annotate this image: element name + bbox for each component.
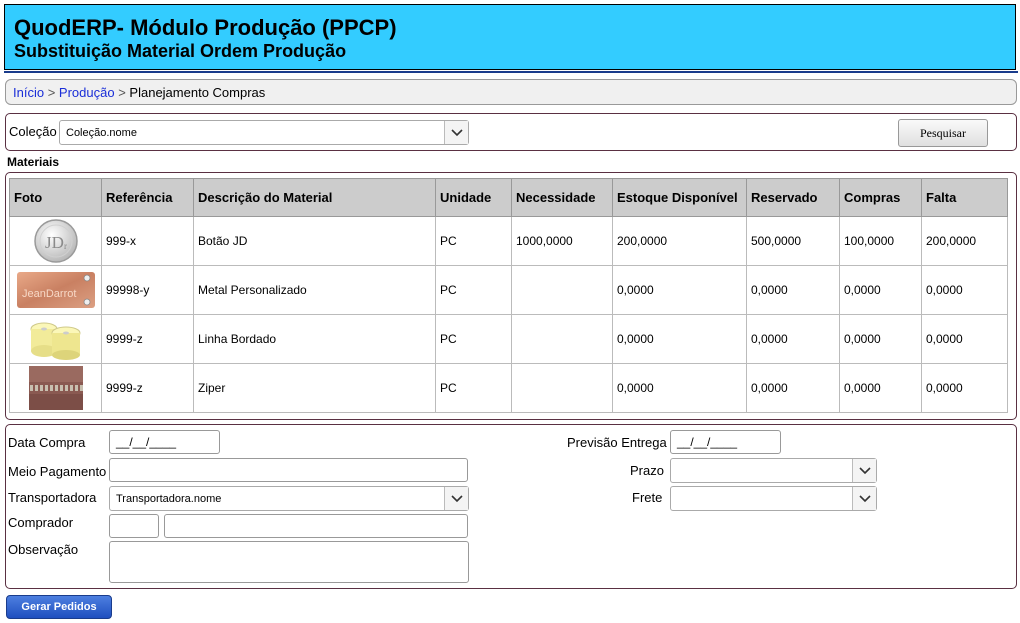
- chevron-down-icon[interactable]: [852, 487, 876, 510]
- estoque-cell: 0,0000: [612, 363, 747, 413]
- previsao-entrega-label: Previsão Entrega: [567, 435, 667, 450]
- prazo-label: Prazo: [630, 463, 664, 478]
- column-header-referencia: Referência: [101, 178, 194, 217]
- transportadora-label: Transportadora: [8, 490, 97, 505]
- jd-button-icon: JD r: [33, 219, 78, 263]
- foto-cell: [9, 314, 102, 364]
- materiais-section-label: Materiais: [7, 155, 60, 169]
- reservado-cell: 500,0000: [746, 216, 840, 266]
- column-header-reservado: Reservado: [746, 178, 840, 217]
- transportadora-select-value: Transportadora.nome: [116, 493, 222, 505]
- observacao-textarea[interactable]: [109, 541, 469, 583]
- descricao-cell: Metal Personalizado: [193, 265, 436, 315]
- referencia-cell: 999-x: [101, 216, 194, 266]
- unidade-cell: PC: [435, 265, 512, 315]
- chevron-down-icon[interactable]: [444, 121, 468, 144]
- breadcrumb-current: Planejamento Compras: [129, 85, 266, 100]
- materials-table: Foto Referência Descrição do Material Un…: [9, 178, 1008, 413]
- table-row[interactable]: 9999-z Ziper PC 0,0000 0,0000 0,0000 0,0…: [9, 363, 1008, 413]
- column-header-falta: Falta: [921, 178, 1008, 217]
- svg-text:r: r: [64, 241, 67, 251]
- reservado-cell: 0,0000: [746, 265, 840, 315]
- column-header-descricao: Descrição do Material: [193, 178, 436, 217]
- necessidade-cell: [511, 363, 613, 413]
- foto-cell: JeanDarrot: [9, 265, 102, 315]
- chevron-down-icon[interactable]: [444, 487, 468, 510]
- descricao-cell: Linha Bordado: [193, 314, 436, 364]
- foto-cell: [9, 363, 102, 413]
- table-row[interactable]: JeanDarrot 99998-y Metal Personalizado P…: [9, 265, 1008, 315]
- table-row[interactable]: 9999-z Linha Bordado PC 0,0000 0,0000 0,…: [9, 314, 1008, 364]
- app-header: QuodERP- Módulo Produção (PPCP) Substitu…: [4, 4, 1016, 70]
- reservado-cell: 0,0000: [746, 363, 840, 413]
- header-divider: [4, 71, 1018, 73]
- data-compra-label: Data Compra: [8, 435, 86, 450]
- descricao-cell: Ziper: [193, 363, 436, 413]
- comprador-code-input[interactable]: [109, 514, 159, 538]
- observacao-label: Observação: [8, 542, 79, 557]
- breadcrumb-separator: >: [47, 85, 56, 100]
- chevron-down-icon[interactable]: [852, 459, 876, 482]
- necessidade-cell: [511, 314, 613, 364]
- colecao-label: Coleção: [9, 124, 57, 139]
- zipper-icon: [28, 366, 83, 410]
- falta-cell: 0,0000: [921, 363, 1008, 413]
- previsao-entrega-input[interactable]: __/__/____: [670, 430, 781, 454]
- falta-cell: 0,0000: [921, 314, 1008, 364]
- frete-select[interactable]: [670, 486, 877, 511]
- compras-cell: 0,0000: [839, 363, 922, 413]
- estoque-cell: 200,0000: [612, 216, 747, 266]
- frete-label: Frete: [632, 490, 663, 505]
- reservado-cell: 0,0000: [746, 314, 840, 364]
- compras-cell: 0,0000: [839, 314, 922, 364]
- table-header-row: Foto Referência Descrição do Material Un…: [9, 178, 1008, 217]
- colecao-select-value: Coleção.nome: [66, 127, 137, 139]
- necessidade-cell: [511, 265, 613, 315]
- colecao-select[interactable]: Coleção.nome: [59, 120, 469, 145]
- descricao-cell: Botão JD: [193, 216, 436, 266]
- comprador-name-input[interactable]: [164, 514, 468, 538]
- page-title: Substituição Material Ordem Produção: [14, 41, 347, 61]
- data-compra-input[interactable]: __/__/____: [109, 430, 220, 454]
- pesquisar-button[interactable]: Pesquisar: [898, 119, 988, 147]
- column-header-unidade: Unidade: [435, 178, 512, 217]
- column-header-necessidade: Necessidade: [511, 178, 613, 217]
- gerar-pedidos-button[interactable]: Gerar Pedidos: [6, 595, 112, 619]
- table-row[interactable]: JD r 999-x Botão JD PC 1000,0000 200,000…: [9, 216, 1008, 266]
- transportadora-select[interactable]: Transportadora.nome: [109, 486, 469, 511]
- column-header-estoque: Estoque Disponível: [612, 178, 747, 217]
- unidade-cell: PC: [435, 363, 512, 413]
- column-header-foto: Foto: [9, 178, 102, 217]
- breadcrumb-separator: >: [118, 85, 126, 100]
- breadcrumb-producao-link[interactable]: Produção: [59, 85, 115, 100]
- falta-cell: 0,0000: [921, 265, 1008, 315]
- referencia-cell: 9999-z: [101, 314, 194, 364]
- referencia-cell: 9999-z: [101, 363, 194, 413]
- metal-plate-text: JeanDarrot: [22, 288, 76, 300]
- meio-pagamento-input[interactable]: [109, 458, 468, 482]
- breadcrumb: Início > Produção > Planejamento Compras: [5, 79, 1017, 105]
- unidade-cell: PC: [435, 314, 512, 364]
- prazo-select[interactable]: [670, 458, 877, 483]
- falta-cell: 200,0000: [921, 216, 1008, 266]
- svg-text:JD: JD: [45, 233, 64, 252]
- foto-cell: JD r: [9, 216, 102, 266]
- breadcrumb-home-link[interactable]: Início: [13, 85, 44, 100]
- estoque-cell: 0,0000: [612, 265, 747, 315]
- meio-pagamento-label: Meio Pagamento: [8, 464, 107, 479]
- thread-spools-icon: [30, 322, 80, 360]
- referencia-cell: 99998-y: [101, 265, 194, 315]
- compras-cell: 100,0000: [839, 216, 922, 266]
- comprador-label: Comprador: [8, 515, 74, 530]
- unidade-cell: PC: [435, 216, 512, 266]
- necessidade-cell: 1000,0000: [511, 216, 613, 266]
- estoque-cell: 0,0000: [612, 314, 747, 364]
- compras-cell: 0,0000: [839, 265, 922, 315]
- app-title: QuodERP- Módulo Produção (PPCP): [14, 15, 397, 40]
- column-header-compras: Compras: [839, 178, 922, 217]
- metal-plate-icon: JeanDarrot: [16, 272, 95, 308]
